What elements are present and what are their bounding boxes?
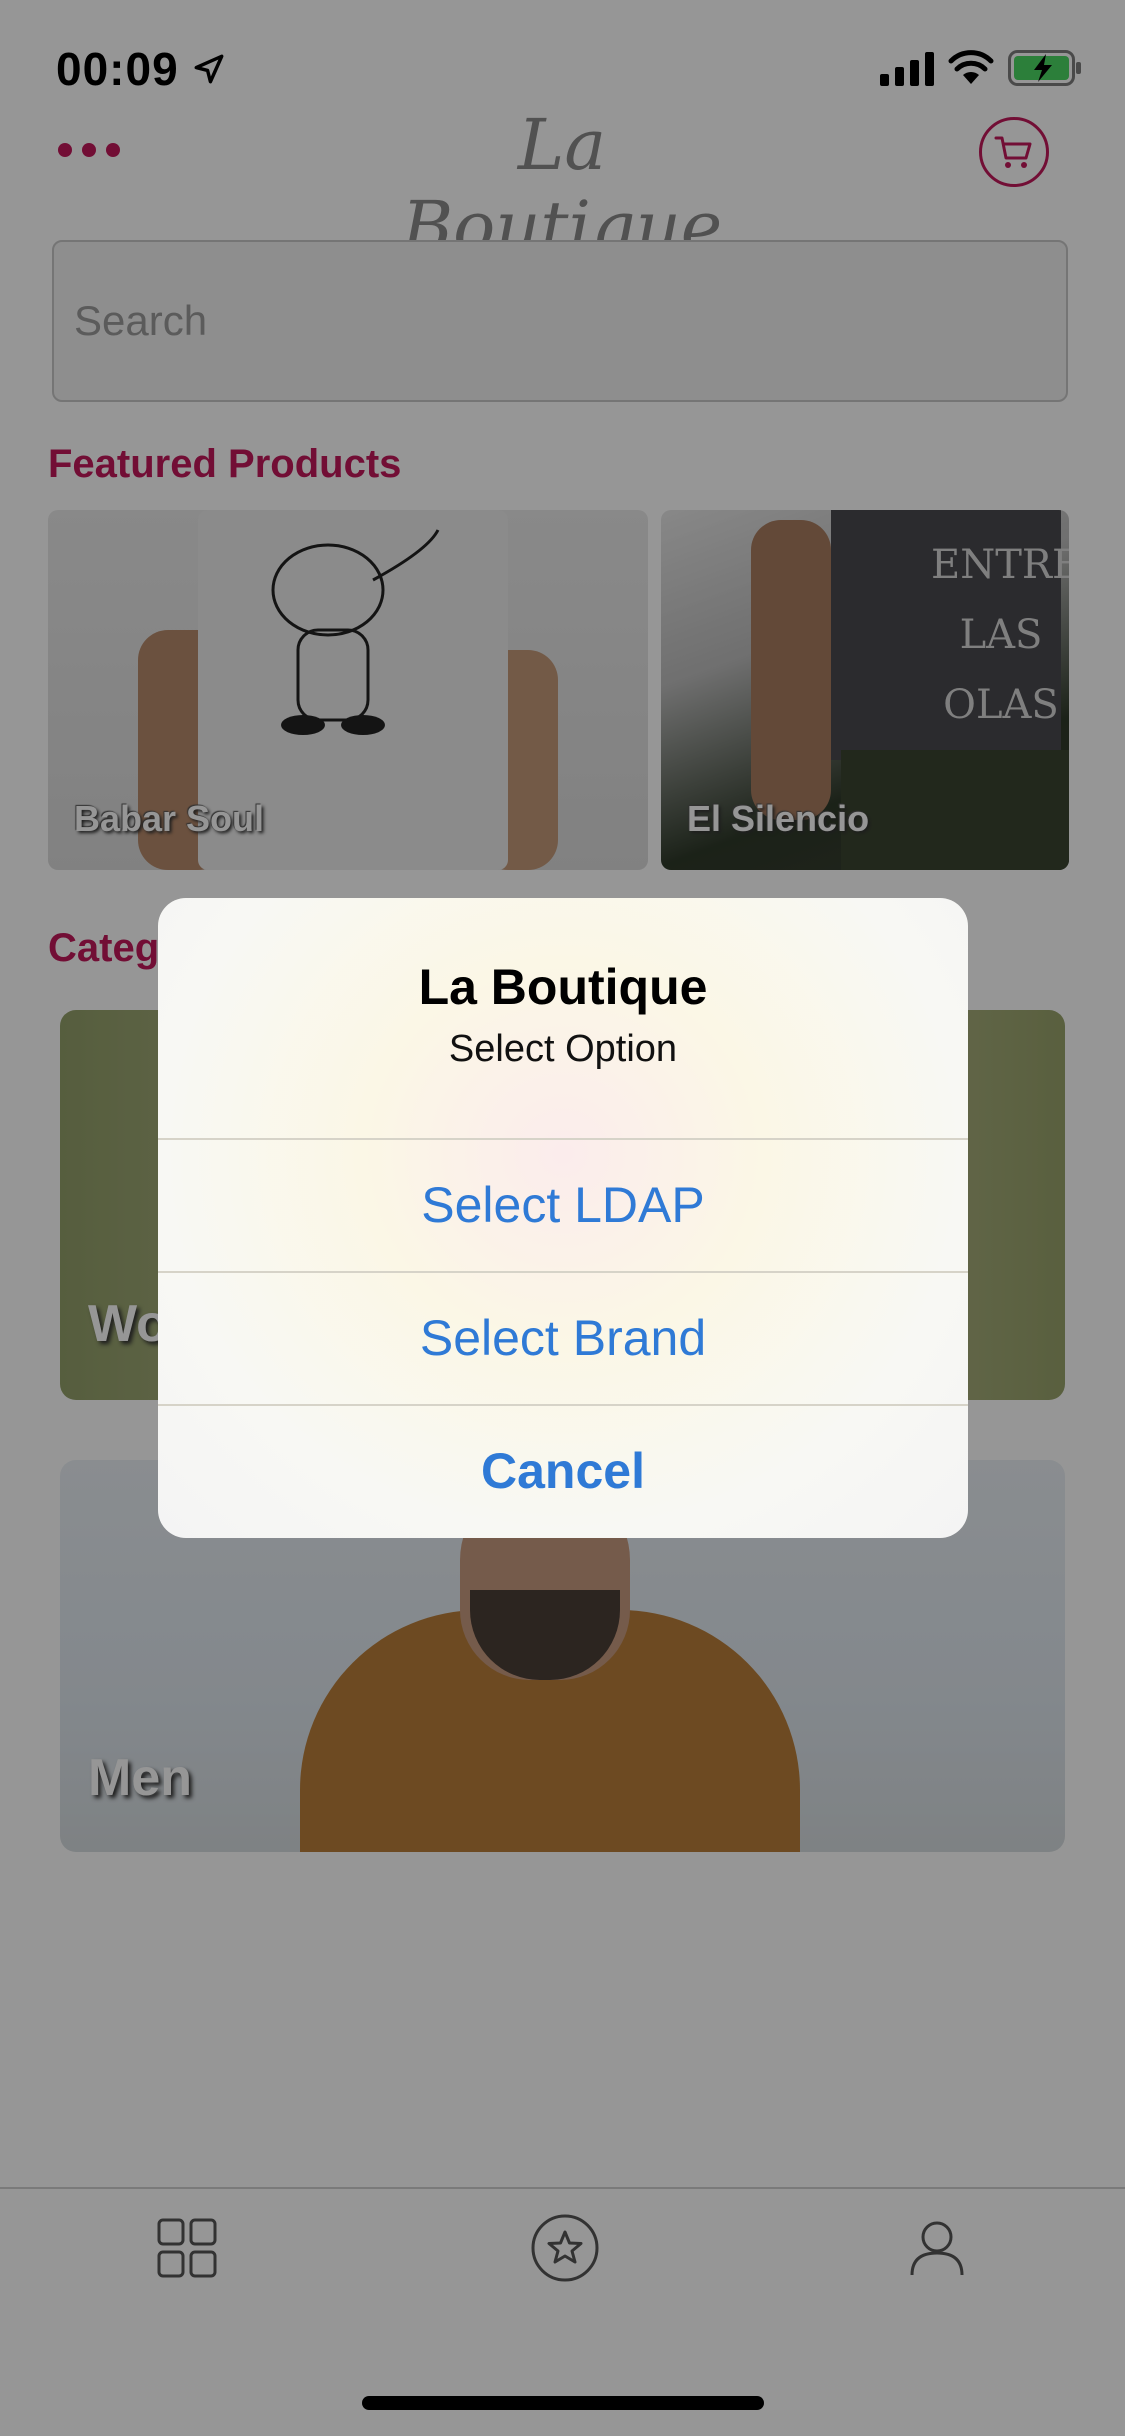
alert-message: Select Option — [448, 1028, 678, 1070]
select-ldap-button[interactable]: Select LDAP — [158, 1139, 968, 1271]
select-brand-button[interactable]: Select Brand — [158, 1272, 968, 1404]
action-alert: La Boutique Select Option Select LDAP Se… — [158, 898, 968, 1538]
app-screen: 00:09 La Boutique Search Featured Produc… — [0, 0, 1125, 2436]
alert-title: La Boutique — [418, 959, 708, 1015]
cancel-button[interactable]: Cancel — [158, 1405, 968, 1537]
